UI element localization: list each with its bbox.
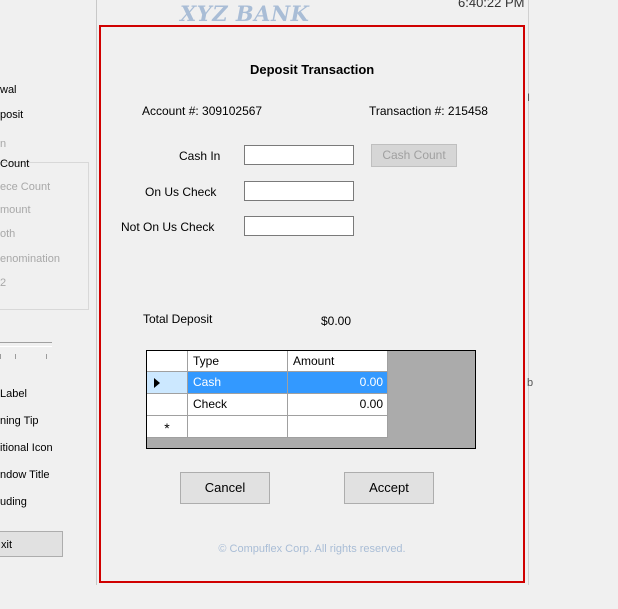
left-check-including[interactable]: uding	[0, 496, 27, 508]
on-us-check-label: On Us Check	[145, 185, 217, 199]
grid-cell-amount[interactable]: 0.00	[288, 394, 388, 416]
left-check-label[interactable]: Label	[0, 388, 27, 400]
grid-corner-header	[147, 351, 188, 372]
background-right-panel	[528, 0, 618, 609]
grid-row-header-selected[interactable]	[147, 372, 188, 394]
deposit-dialog: Deposit Transaction Account #: 309102567…	[99, 25, 525, 583]
slider-tick	[0, 354, 1, 359]
cash-in-label: Cash In	[179, 149, 221, 163]
transaction-number-label: Transaction #: 215458	[369, 104, 488, 118]
grid-cell-type-new[interactable]	[188, 416, 288, 438]
on-us-check-input[interactable]	[244, 181, 354, 201]
grid-cell-type[interactable]: Check	[188, 394, 288, 416]
not-on-us-check-input[interactable]	[244, 216, 354, 236]
grid-row-header[interactable]	[147, 394, 188, 416]
not-on-us-check-label: Not On Us Check	[121, 220, 215, 234]
slider-tick	[15, 354, 16, 359]
dialog-title: Deposit Transaction	[250, 62, 375, 77]
left-option-denomination: enomination	[0, 253, 60, 265]
left-slider-track[interactable]	[0, 342, 52, 347]
left-option-both: oth	[0, 228, 16, 240]
account-number-label: Account #: 309102567	[142, 104, 263, 118]
left-group-label: Count	[0, 158, 30, 170]
left-option-piece-count: ece Count	[0, 181, 51, 193]
new-row-marker[interactable]: *	[147, 416, 188, 438]
cancel-button[interactable]: Cancel	[180, 472, 270, 504]
grid-cell-amount-new[interactable]	[288, 416, 388, 438]
exit-button[interactable]: xit	[0, 531, 63, 557]
left-check-window-title[interactable]: ndow Title	[0, 469, 50, 481]
grid-cell-type[interactable]: Cash	[188, 372, 288, 394]
bottom-strip	[0, 585, 618, 609]
total-deposit-value: $0.00	[321, 314, 352, 328]
bank-title: XYZ BANK	[180, 1, 310, 26]
left-option-deposit[interactable]: posit	[0, 109, 23, 121]
right-glyph: b	[527, 377, 534, 389]
left-option-2: 2	[0, 277, 7, 289]
copyright-text: © Compuflex Corp. All rights reserved.	[218, 543, 406, 555]
cash-count-button[interactable]: Cash Count	[371, 144, 457, 167]
left-option-n: n	[0, 138, 7, 150]
left-check-warning-tip[interactable]: ning Tip	[0, 415, 39, 427]
cash-in-input[interactable]	[244, 145, 354, 165]
total-deposit-label: Total Deposit	[143, 312, 213, 326]
deposit-grid[interactable]: Type Amount Cash 0.00 Check 0.00 *	[146, 350, 476, 449]
slider-tick	[46, 354, 47, 359]
grid-cell-amount[interactable]: 0.00	[288, 372, 388, 394]
grid-column-amount[interactable]: Amount	[288, 351, 388, 372]
accept-button[interactable]: Accept	[344, 472, 434, 504]
clock-readout: 6:40:22 PM	[458, 0, 525, 10]
current-row-arrow-icon	[154, 378, 160, 388]
right-glyph: I	[527, 92, 531, 104]
left-option-amount: mount	[0, 204, 31, 216]
left-option-withdrawal[interactable]: wal	[0, 84, 17, 96]
grid-column-type[interactable]: Type	[188, 351, 288, 372]
left-check-additional-icon[interactable]: itional Icon	[0, 442, 53, 454]
